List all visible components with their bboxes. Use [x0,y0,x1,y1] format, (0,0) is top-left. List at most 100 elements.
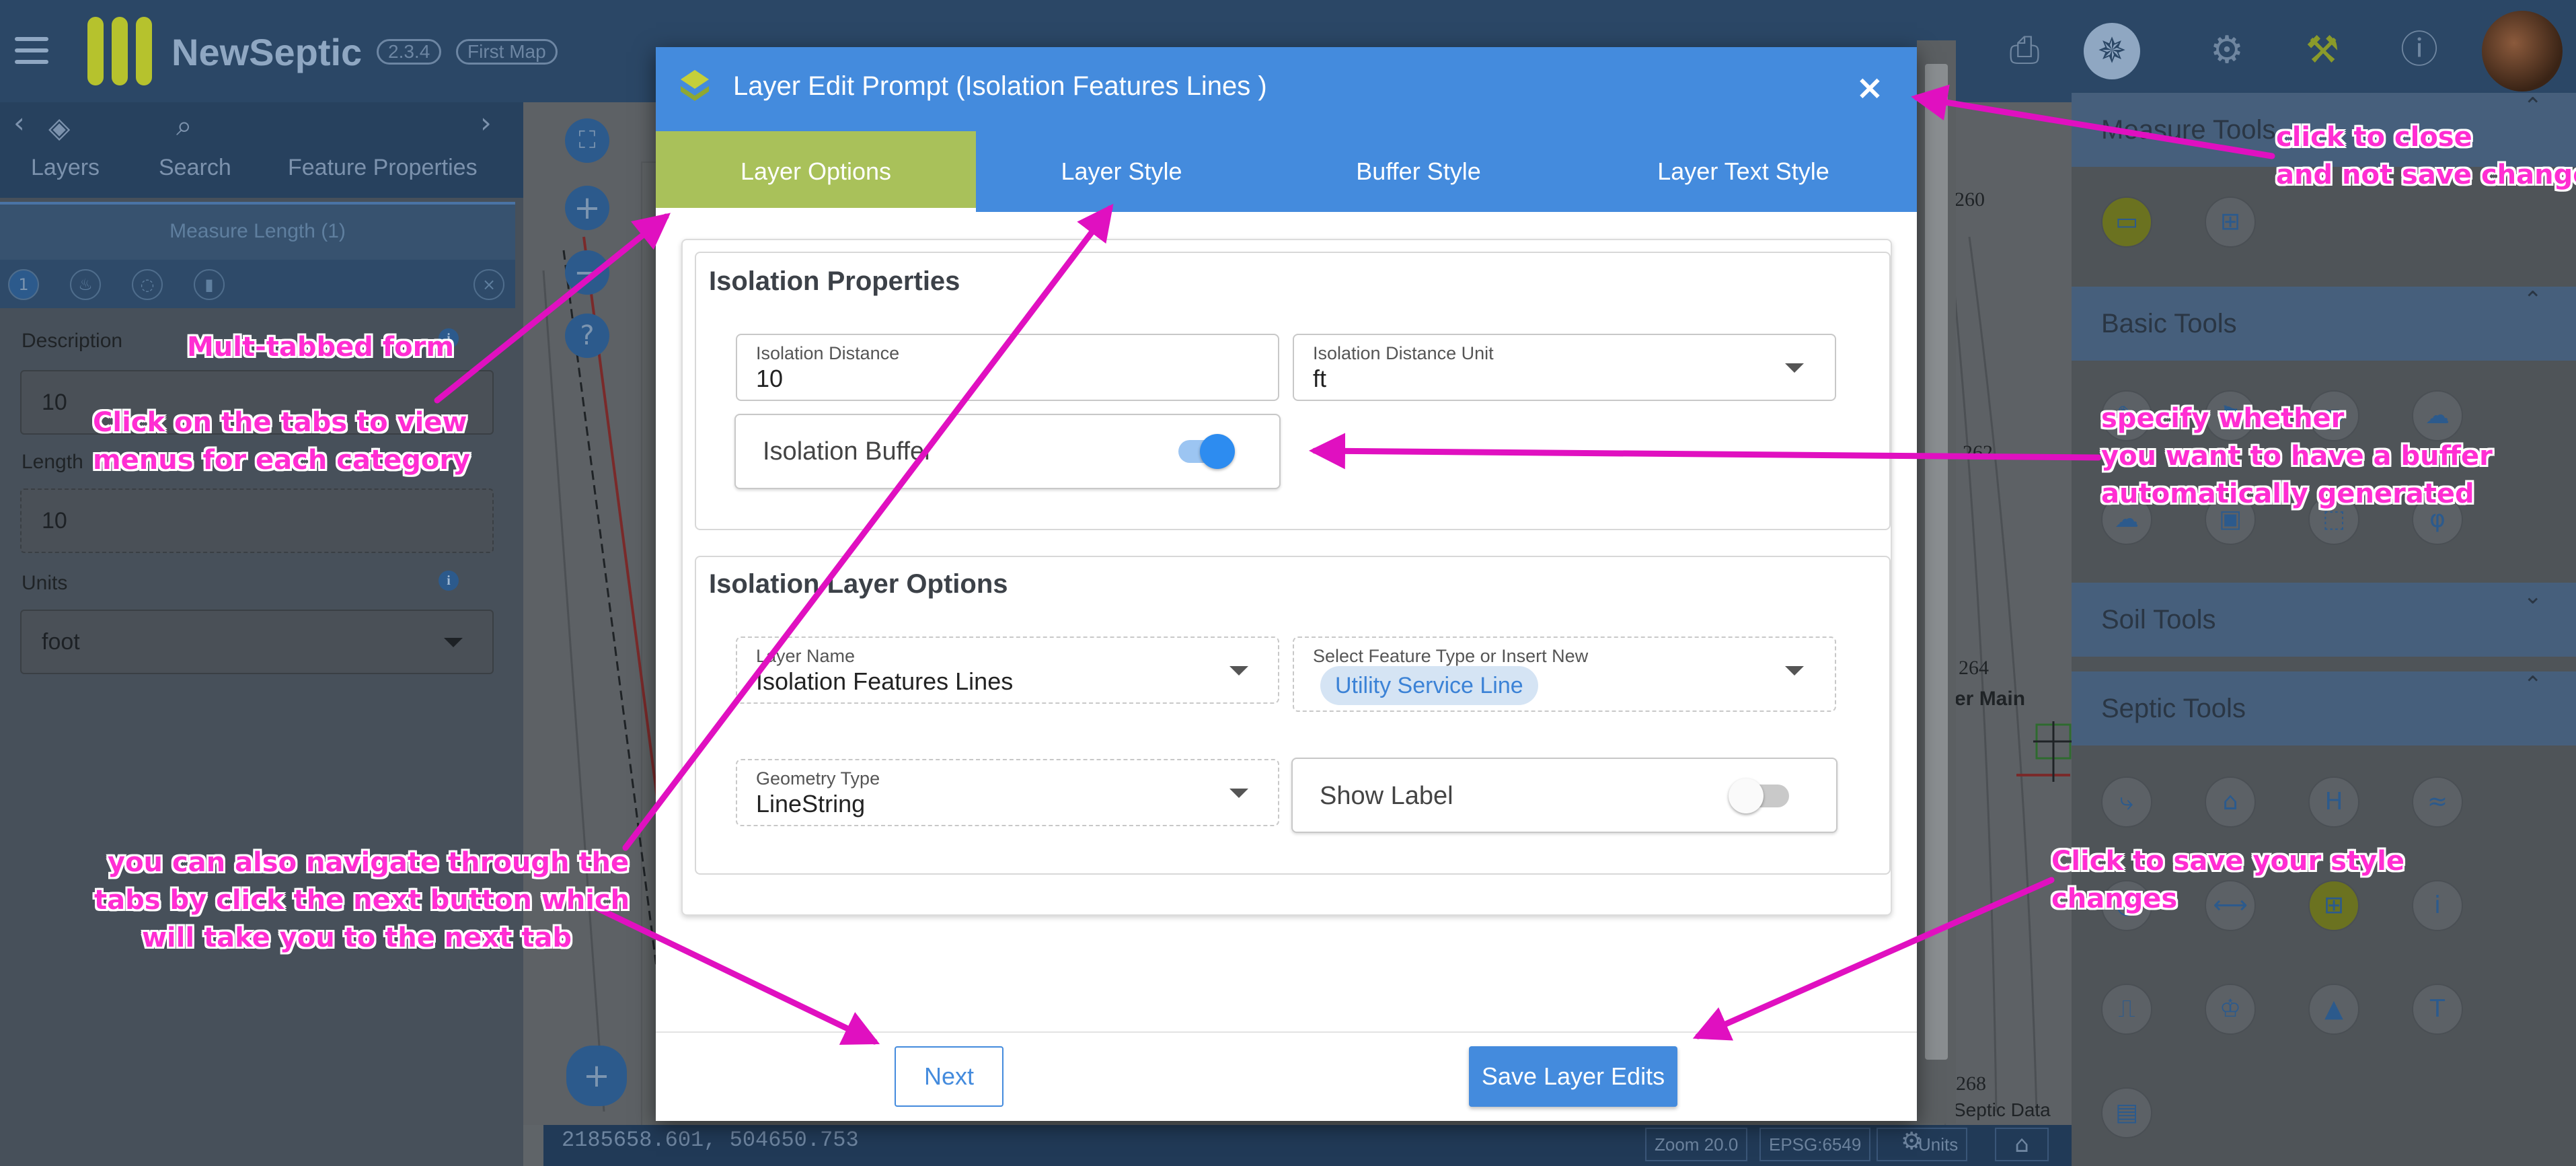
home-icon[interactable]: ⌂ [1995,1128,2049,1161]
section-title: Septic Tools [2101,694,2246,723]
cloud-upload-icon[interactable]: ☁ [2412,390,2463,441]
close-icon[interactable]: × [473,269,504,300]
measure-length-header[interactable]: Measure Length (1) [0,202,515,260]
pump-icon[interactable]: ⎍ [2101,984,2152,1035]
annotation-click-tabs-2: menus for each category [93,445,471,476]
tab-layer-style[interactable]: Layer Style [976,131,1267,212]
grid-icon[interactable]: ⊞ [2308,880,2359,931]
geometry-type-label: Geometry Type [756,768,880,789]
save-layer-edits-button[interactable]: Save Layer Edits [1469,1046,1677,1107]
scrollbar-thumb[interactable] [1925,64,1948,1060]
feature-type-chip[interactable]: Utility Service Line [1320,666,1538,705]
length-input[interactable]: 10 [20,488,494,553]
pipe-icon[interactable]: ⤷ [2101,776,2152,828]
zoom-in-icon[interactable]: + [565,186,609,230]
description-label: Description [22,330,123,352]
annotation-buffer-1: specify whether [2101,403,2345,434]
fullscreen-icon[interactable]: ⛶ [565,118,609,163]
house-icon[interactable]: ⌂ [2205,776,2256,828]
tab-layer-options[interactable]: Layer Options [656,131,976,212]
section-title: Measure Tools [2101,115,2276,145]
units-select[interactable]: foot [20,610,494,674]
chevron-down-icon [1229,789,1248,798]
info-icon[interactable]: i [439,571,459,591]
chevron-down-icon [1785,666,1804,676]
septic-tools-header[interactable]: Septic Tools ⌃ [2072,671,2576,745]
soil-test-icon[interactable]: H [2308,776,2359,828]
gear-icon: ⚙ [1901,1128,1923,1155]
avatar[interactable] [2482,11,2563,92]
dimension-icon[interactable]: ⟷ [2205,880,2256,931]
crown-icon[interactable]: ♔ [2205,984,2256,1035]
ruler-icon[interactable]: ▭ [2101,196,2152,248]
visibility-icon[interactable]: ◌ [132,269,163,300]
isolation-layer-options-title: Isolation Layer Options [709,569,1008,599]
search-icon: ⌕ [176,109,192,142]
annotation-save-2: changes [2051,883,2178,914]
hamburger-icon[interactable] [15,37,48,64]
layer-name-label: Layer Name [756,646,856,666]
isolation-distance-label: Isolation Distance [756,343,900,363]
chevron-up-icon: ⌃ [2523,671,2543,698]
isolation-properties-title: Isolation Properties [709,266,960,296]
compass-icon[interactable]: ✵ [2084,23,2140,79]
feature-type-label: Select Feature Type or Insert New [1313,646,1589,666]
gear-icon[interactable]: ⚙ [2203,27,2250,74]
tab-feature-properties[interactable]: Feature Properties [288,155,478,181]
contour-label: 264 [1959,657,1989,679]
isolation-buffer-label: Isolation Buffer [763,437,933,466]
isolation-distance-value: 10 [756,365,784,392]
help-icon[interactable]: ? [565,314,609,358]
highlight-icon[interactable]: ♨ [70,269,101,300]
dialog-footer-divider [656,1031,1917,1033]
epsg-code: EPSG:6549 [1759,1128,1871,1161]
zoom-out-icon[interactable]: − [565,250,609,295]
close-icon[interactable]: × [1846,64,1893,111]
coordinate-readout: 2185658.601, 504650.753 [562,1128,859,1153]
next-button[interactable]: Next [895,1046,1003,1107]
annotation-close-1: click to close [2276,122,2472,153]
chevron-up-icon: ⌃ [2523,287,2543,314]
isolation-distance-unit-label: Isolation Distance Unit [1313,343,1494,363]
add-shape-icon[interactable]: ⊞ [2205,196,2256,248]
toggle-knob[interactable] [1200,434,1235,469]
chevron-right-icon[interactable]: › [480,106,492,139]
tab-layer-text-style[interactable]: Layer Text Style [1570,131,1917,212]
tab-search[interactable]: Search [159,155,231,181]
app-logo [87,17,152,85]
units-label: Units [22,572,68,594]
chevron-down-icon: ⌄ [2523,583,2543,610]
printer-icon[interactable]: ⎙ [2001,27,2048,74]
isolation-distance-unit-value: ft [1313,365,1327,392]
add-feature-icon[interactable]: + [566,1046,627,1106]
info-icon[interactable]: ⓘ [2396,27,2443,74]
annotation-multi-tab: Mult-tabbed form [187,332,455,363]
layer-name-value: Isolation Features Lines [756,667,1014,695]
chevron-left-icon[interactable]: ‹ [13,106,25,139]
text-size-icon[interactable]: T [2412,984,2463,1035]
delete-icon[interactable]: ▮ [194,269,225,300]
map-name-badge[interactable]: First Map [456,39,558,65]
triangle-icon[interactable]: ▲ [2308,984,2359,1035]
annotation-nav-3: will take you to the next tab [141,922,572,953]
chevron-down-icon [1229,666,1248,676]
length-label: Length [22,451,83,473]
section-title: Basic Tools [2101,309,2237,338]
dialog-title: Layer Edit Prompt (Isolation Features Li… [733,71,1267,101]
tab-layers[interactable]: Layers [31,155,100,181]
tools-icon[interactable]: ⚒ [2299,27,2346,74]
septic-data-label: Septic Data [1953,1099,2051,1120]
chevron-down-icon [444,638,463,647]
well-icon[interactable]: i [2412,880,2463,931]
water-icon[interactable]: ≈ [2412,776,2463,828]
toggle-knob[interactable] [1729,778,1764,813]
section-title: Soil Tools [2101,605,2216,634]
app-name: NewSeptic [172,31,363,73]
feature-label: er Main [1955,688,2026,710]
soil-tools-header[interactable]: Soil Tools ⌄ [2072,583,2576,657]
annotation-save-1: Click to save your style [2051,846,2404,877]
tab-buffer-style[interactable]: Buffer Style [1267,131,1570,212]
folder-icon[interactable]: ▤ [2101,1087,2152,1138]
basic-tools-header[interactable]: Basic Tools ⌃ [2072,287,2576,361]
contour-label: 260 [1955,188,1985,211]
